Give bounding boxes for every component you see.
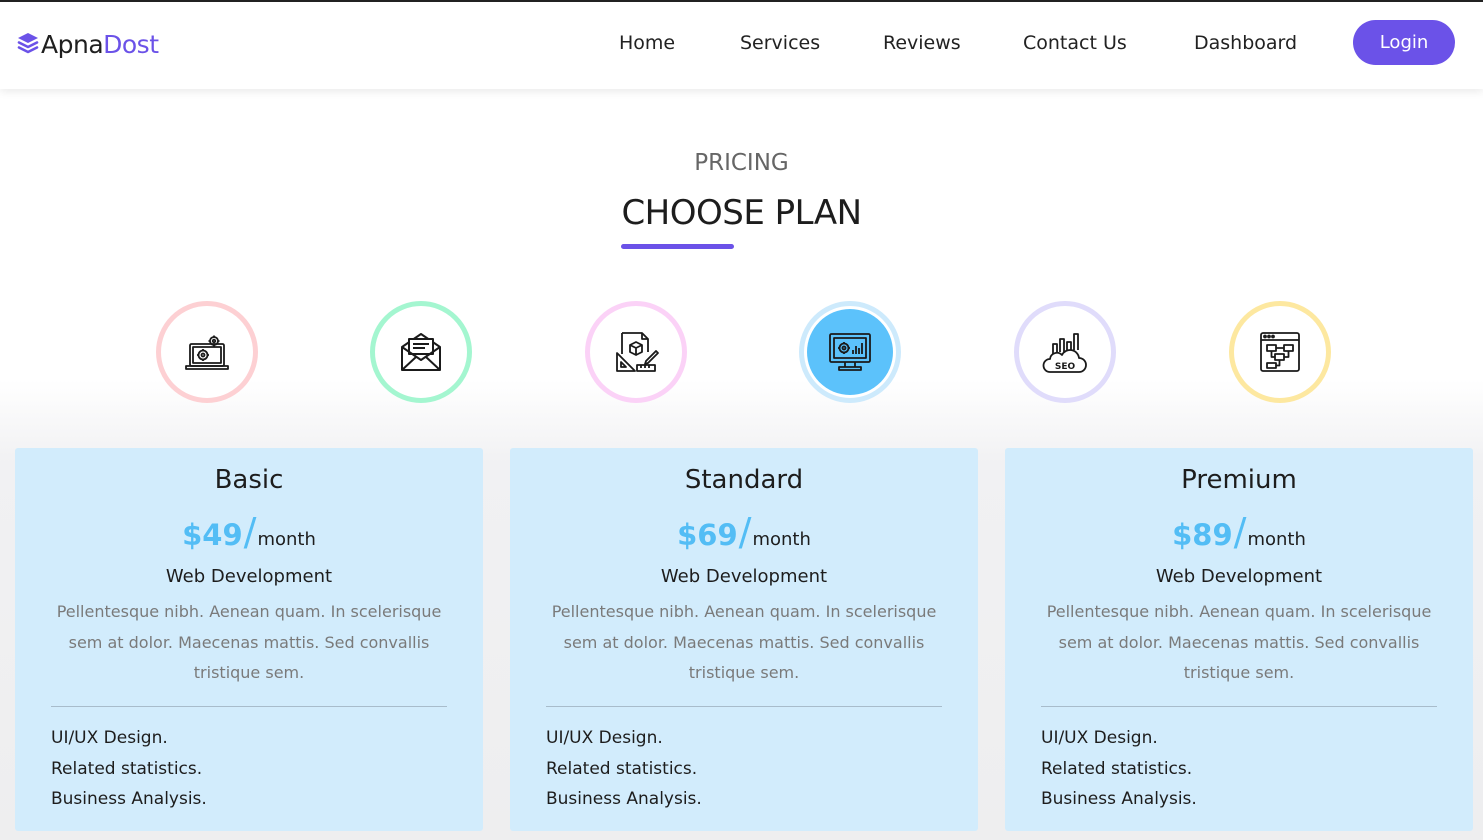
- navbar: ApnaDost Home Services Reviews Contact U…: [0, 2, 1483, 89]
- price-amount: $49: [182, 518, 243, 552]
- feature-item: UI/UX Design.: [546, 728, 663, 748]
- feature-item: UI/UX Design.: [51, 728, 168, 748]
- design-tools-icon: [616, 332, 659, 372]
- plan-subtitle: Web Development: [165, 566, 333, 587]
- workflow-browser-icon: [1260, 332, 1300, 372]
- plan-subtitle: Web Development: [660, 566, 828, 587]
- plan-description: Pellentesque nibh. Aenean quam. In scele…: [551, 602, 937, 682]
- card-divider: [546, 706, 942, 707]
- plan-card-premium: Premium $89/month Web Development Pellen…: [1005, 448, 1473, 831]
- monitor-analytics-icon: [829, 333, 871, 371]
- section-title: CHOOSE PLAN: [621, 193, 862, 233]
- plan-description: Pellentesque nibh. Aenean quam. In scele…: [56, 602, 442, 682]
- card-divider: [1041, 706, 1437, 707]
- nav-link-contact-us[interactable]: Contact Us: [1023, 30, 1127, 56]
- service-seo[interactable]: SEO: [1014, 301, 1116, 403]
- plan-name: Standard: [684, 465, 804, 495]
- plan-card-standard: Standard $69/month Web Development Pelle…: [510, 448, 978, 831]
- service-email[interactable]: [370, 301, 472, 403]
- price-period: month: [752, 529, 811, 550]
- feature-item: Business Analysis.: [1041, 789, 1197, 809]
- price-slash: /: [738, 510, 752, 554]
- plan-name: Premium: [1181, 465, 1297, 495]
- envelope-icon: [401, 333, 441, 371]
- service-design[interactable]: [585, 301, 687, 403]
- svg-text:SEO: SEO: [1055, 362, 1076, 372]
- plan-card-basic: Basic $49/month Web Development Pellente…: [15, 448, 483, 831]
- feature-item: Related statistics.: [1041, 758, 1193, 779]
- title-underline: [621, 244, 734, 249]
- brand-name: ApnaDost: [41, 29, 159, 59]
- seo-cloud-icon: SEO: [1042, 333, 1087, 373]
- nav-link-services[interactable]: Services: [740, 30, 820, 56]
- feature-item: Related statistics.: [546, 758, 698, 779]
- price-period: month: [1247, 529, 1306, 550]
- plan-price: $69/month: [510, 510, 978, 554]
- feature-list: UI/UX Design. Related statistics. Busine…: [1041, 723, 1197, 815]
- service-monitor-analytics[interactable]: [799, 301, 901, 403]
- layers-icon: [17, 33, 39, 54]
- feature-list: UI/UX Design. Related statistics. Busine…: [546, 723, 702, 815]
- section-eyebrow: PRICING: [694, 150, 789, 176]
- service-laptop-settings[interactable]: [156, 301, 258, 403]
- brand-logo[interactable]: ApnaDost: [16, 28, 159, 60]
- feature-item: Related statistics.: [51, 758, 203, 779]
- price-amount: $89: [1172, 518, 1233, 552]
- feature-item: Business Analysis.: [51, 789, 207, 809]
- laptop-settings-icon: [185, 335, 229, 370]
- nav-link-reviews[interactable]: Reviews: [883, 30, 961, 56]
- login-button[interactable]: Login: [1353, 20, 1455, 65]
- price-period: month: [257, 529, 316, 550]
- price-slash: /: [1233, 510, 1247, 554]
- nav-link-dashboard[interactable]: Dashboard: [1194, 30, 1297, 56]
- feature-item: Business Analysis.: [546, 789, 702, 809]
- plan-subtitle: Web Development: [1155, 566, 1323, 587]
- nav-link-home[interactable]: Home: [619, 30, 675, 56]
- feature-item: UI/UX Design.: [1041, 728, 1158, 748]
- plan-name: Basic: [214, 465, 284, 495]
- plan-price: $49/month: [15, 510, 483, 554]
- plan-price: $89/month: [1005, 510, 1473, 554]
- active-service-highlight: [807, 309, 893, 395]
- plan-description: Pellentesque nibh. Aenean quam. In scele…: [1046, 602, 1432, 682]
- feature-list: UI/UX Design. Related statistics. Busine…: [51, 723, 207, 815]
- card-divider: [51, 706, 447, 707]
- price-amount: $69: [677, 518, 738, 552]
- price-slash: /: [243, 510, 257, 554]
- service-workflow[interactable]: [1229, 301, 1331, 403]
